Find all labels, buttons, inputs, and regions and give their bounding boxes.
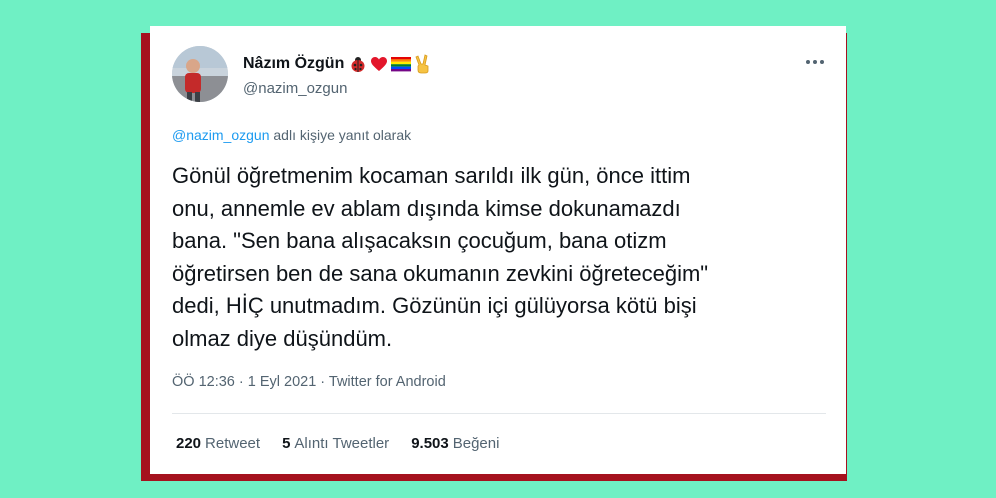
more-options-icon[interactable]	[800, 52, 830, 72]
rainbow-flag-icon	[391, 57, 412, 72]
stat-label: Alıntı Tweetler	[294, 435, 390, 452]
avatar[interactable]	[172, 46, 228, 102]
likes-count[interactable]: 9.503 Beğeni	[411, 435, 499, 452]
reply-mention-link[interactable]: @nazim_ozgun	[172, 127, 270, 143]
red-heart-icon	[371, 57, 388, 71]
tweet-timestamp[interactable]: ÖÖ 12:36 · 1 Eyl 2021 · Twitter for Andr…	[172, 374, 446, 390]
name-emojis	[349, 54, 432, 74]
stat-label: Beğeni	[452, 435, 500, 452]
divider	[172, 413, 826, 414]
reply-context-text: adlı kişiye yanıt olarak	[269, 127, 412, 143]
quote-tweets-count[interactable]: 5 Alıntı Tweetler	[282, 435, 389, 452]
retweet-count[interactable]: 220 Retweet	[176, 435, 260, 452]
stat-label: Retweet	[205, 435, 261, 452]
display-name-text[interactable]: Nâzım Özgün	[243, 55, 344, 73]
display-name[interactable]: Nâzım Özgün	[243, 54, 432, 74]
stat-count: 220	[176, 435, 202, 452]
tweet-stats: 220 Retweet 5 Alıntı Tweetler 9.503 Beğeni	[176, 435, 499, 452]
ladybug-icon	[351, 57, 365, 72]
author-handle[interactable]: @nazim_ozgun	[243, 80, 347, 97]
stat-count: 9.503	[411, 435, 449, 452]
stat-count: 5	[282, 435, 291, 452]
reply-context: @nazim_ozgun adlı kişiye yanıt olarak	[172, 127, 411, 143]
tweet-text: Gönül öğretmenim kocaman sarıldı ilk gün…	[172, 163, 709, 351]
victory-hand-icon	[415, 54, 429, 74]
